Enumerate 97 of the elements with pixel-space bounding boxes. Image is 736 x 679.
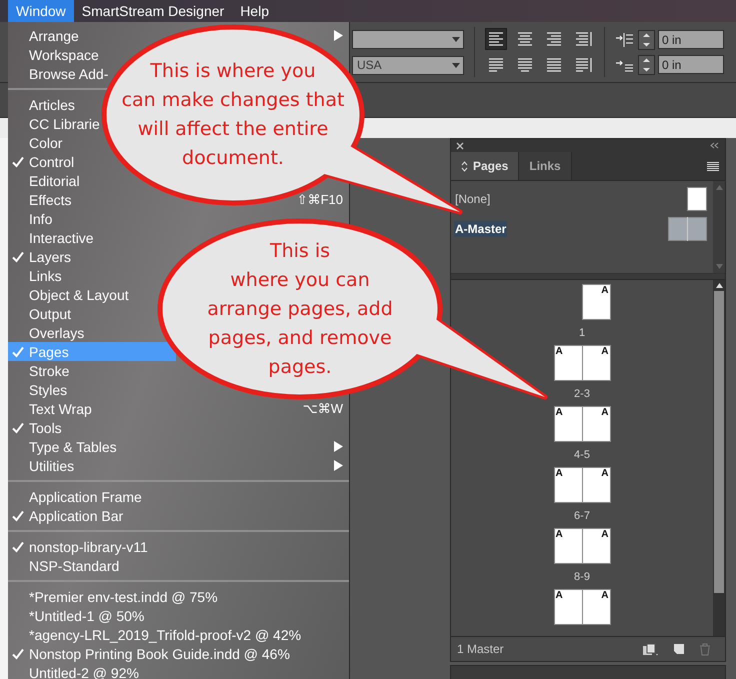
page-number: 4-5	[574, 448, 590, 463]
menu-item[interactable]: *agency-LRL_2019_Trifold-proof-v2 @ 42%	[8, 625, 308, 644]
submenu-arrow-icon	[334, 441, 343, 452]
master-letter: A	[600, 346, 610, 357]
menu-item[interactable]: Overlays	[8, 323, 90, 342]
menu-item[interactable]: NSP-Standard	[8, 556, 126, 575]
scroll-up-icon[interactable]	[716, 283, 722, 288]
menu-item[interactable]: Arrange	[8, 26, 349, 45]
language-dropdown[interactable]: USA	[352, 56, 464, 74]
spread-thumbnail[interactable]: A A	[554, 345, 610, 381]
master-letter: A	[554, 468, 564, 479]
menu-item[interactable]: Nonstop Printing Book Guide.indd @ 46%	[8, 644, 296, 663]
menu-item[interactable]: Control	[8, 152, 80, 171]
dropdown[interactable]	[352, 30, 464, 48]
checkmark-icon	[12, 156, 24, 168]
menu-icon[interactable]	[707, 162, 719, 170]
menu-item[interactable]: Info	[8, 209, 58, 228]
menu-bar-item[interactable]: Window	[8, 0, 74, 22]
indent-field[interactable]: 0 in	[658, 30, 724, 49]
menu-item[interactable]: *Premier env-test.indd @ 75%	[8, 587, 224, 606]
menu-item[interactable]: Links	[8, 266, 68, 285]
page-number: 2-3	[574, 387, 590, 402]
spread-thumbnail[interactable]: A A	[554, 406, 610, 442]
spread-thumbnail[interactable]: A A	[554, 467, 610, 503]
master-thumbnail	[668, 217, 707, 241]
menu-item[interactable]: Text Wrap ⌥⌘W	[8, 399, 349, 418]
menu-item[interactable]: Pages	[8, 342, 176, 361]
dropdown-arrow-icon	[449, 34, 463, 44]
menu-item[interactable]: Application Frame	[8, 487, 148, 506]
menu-item[interactable]: Stroke	[8, 361, 76, 380]
updown-icon	[461, 160, 468, 172]
master-letter: A	[600, 529, 610, 540]
menu-item[interactable]: nonstop-library-v11	[8, 537, 154, 556]
master-letter: A	[554, 407, 564, 418]
menu-item[interactable]: Utilities	[8, 456, 349, 475]
menu-item[interactable]: Styles	[8, 380, 74, 399]
menu-item[interactable]: *Untitled-1 @ 50%	[8, 606, 150, 625]
indent-field[interactable]: 0 in	[658, 55, 724, 74]
align-button[interactable]	[485, 28, 507, 50]
page-number: 1	[578, 326, 586, 341]
menu-item[interactable]: Tools	[8, 418, 68, 437]
menu-item[interactable]: Editorial	[8, 171, 86, 190]
menu-bar-item[interactable]: SmartStream Designer	[74, 0, 232, 22]
checkmark-icon	[12, 346, 24, 358]
checkmark-icon	[12, 250, 24, 262]
up-arrow-icon	[642, 32, 651, 38]
spread-thumbnail[interactable]: A A	[554, 589, 610, 625]
new-page-icon[interactable]	[673, 643, 685, 655]
page-number: 8-9	[574, 570, 590, 585]
master-item[interactable]: A-Master	[454, 221, 508, 237]
callout-text: This is where you can make changes that will affect the entire document.	[122, 59, 344, 171]
panel-tab[interactable]: Links	[519, 152, 572, 180]
menu-item[interactable]: Articles	[8, 95, 81, 114]
page-number: 6-7	[574, 509, 590, 524]
master-count: 1 Master	[457, 642, 505, 656]
menu-item[interactable]: CC Librarie	[8, 114, 106, 133]
menu-item[interactable]: Interactive	[8, 228, 100, 247]
panel-tab[interactable]: Pages	[451, 152, 520, 180]
edit-page-size-icon[interactable]	[642, 642, 659, 656]
menu-item[interactable]: Application Bar	[8, 506, 130, 525]
submenu-arrow-icon	[334, 30, 343, 41]
close-icon[interactable]	[456, 142, 464, 150]
checkmark-icon	[12, 648, 24, 660]
menu-item[interactable]: Color	[8, 133, 68, 152]
checkmark-icon	[12, 422, 24, 434]
menu-item[interactable]: Layers	[8, 247, 78, 266]
menu-item[interactable]: Output	[8, 304, 78, 323]
master-letter: A	[600, 407, 610, 418]
spread-thumbnail[interactable]: A A	[554, 528, 610, 564]
menu-item[interactable]: Type & Tables	[8, 437, 349, 456]
master-letter: A	[600, 590, 610, 601]
master-item[interactable]: [None]	[454, 191, 492, 207]
checkmark-icon	[12, 540, 24, 552]
page-thumbnail[interactable]: A	[582, 284, 610, 320]
master-letter: A	[600, 468, 610, 479]
master-letter: A	[600, 285, 610, 296]
up-arrow-icon	[642, 58, 651, 62]
menu-item[interactable]: Browse Add-	[8, 64, 114, 83]
down-arrow-icon	[642, 66, 651, 72]
collapse-icon[interactable]	[710, 142, 719, 149]
indent-icon	[615, 32, 635, 48]
master-letter: A	[554, 590, 564, 601]
menu-bar-item[interactable]: Help	[232, 0, 277, 22]
scrollbar[interactable]	[713, 280, 725, 636]
submenu-arrow-icon	[334, 460, 343, 471]
down-arrow-icon	[642, 42, 651, 46]
stepper[interactable]	[638, 54, 655, 74]
master-letter: A	[554, 529, 564, 540]
dropdown-arrow-icon	[449, 60, 463, 70]
stepper[interactable]	[638, 30, 655, 50]
master-thumbnail	[687, 187, 707, 211]
menu-item[interactable]: Effects ⇧⌘F10	[8, 190, 349, 209]
menu-item[interactable]: Object & Layout	[8, 285, 135, 304]
master-letter: A	[554, 346, 564, 357]
checkmark-icon	[12, 510, 24, 522]
callout-text: This is where you can arrange pages, add pages, and remove pages.	[207, 238, 393, 380]
menu-item[interactable]: Workspace	[8, 45, 105, 64]
